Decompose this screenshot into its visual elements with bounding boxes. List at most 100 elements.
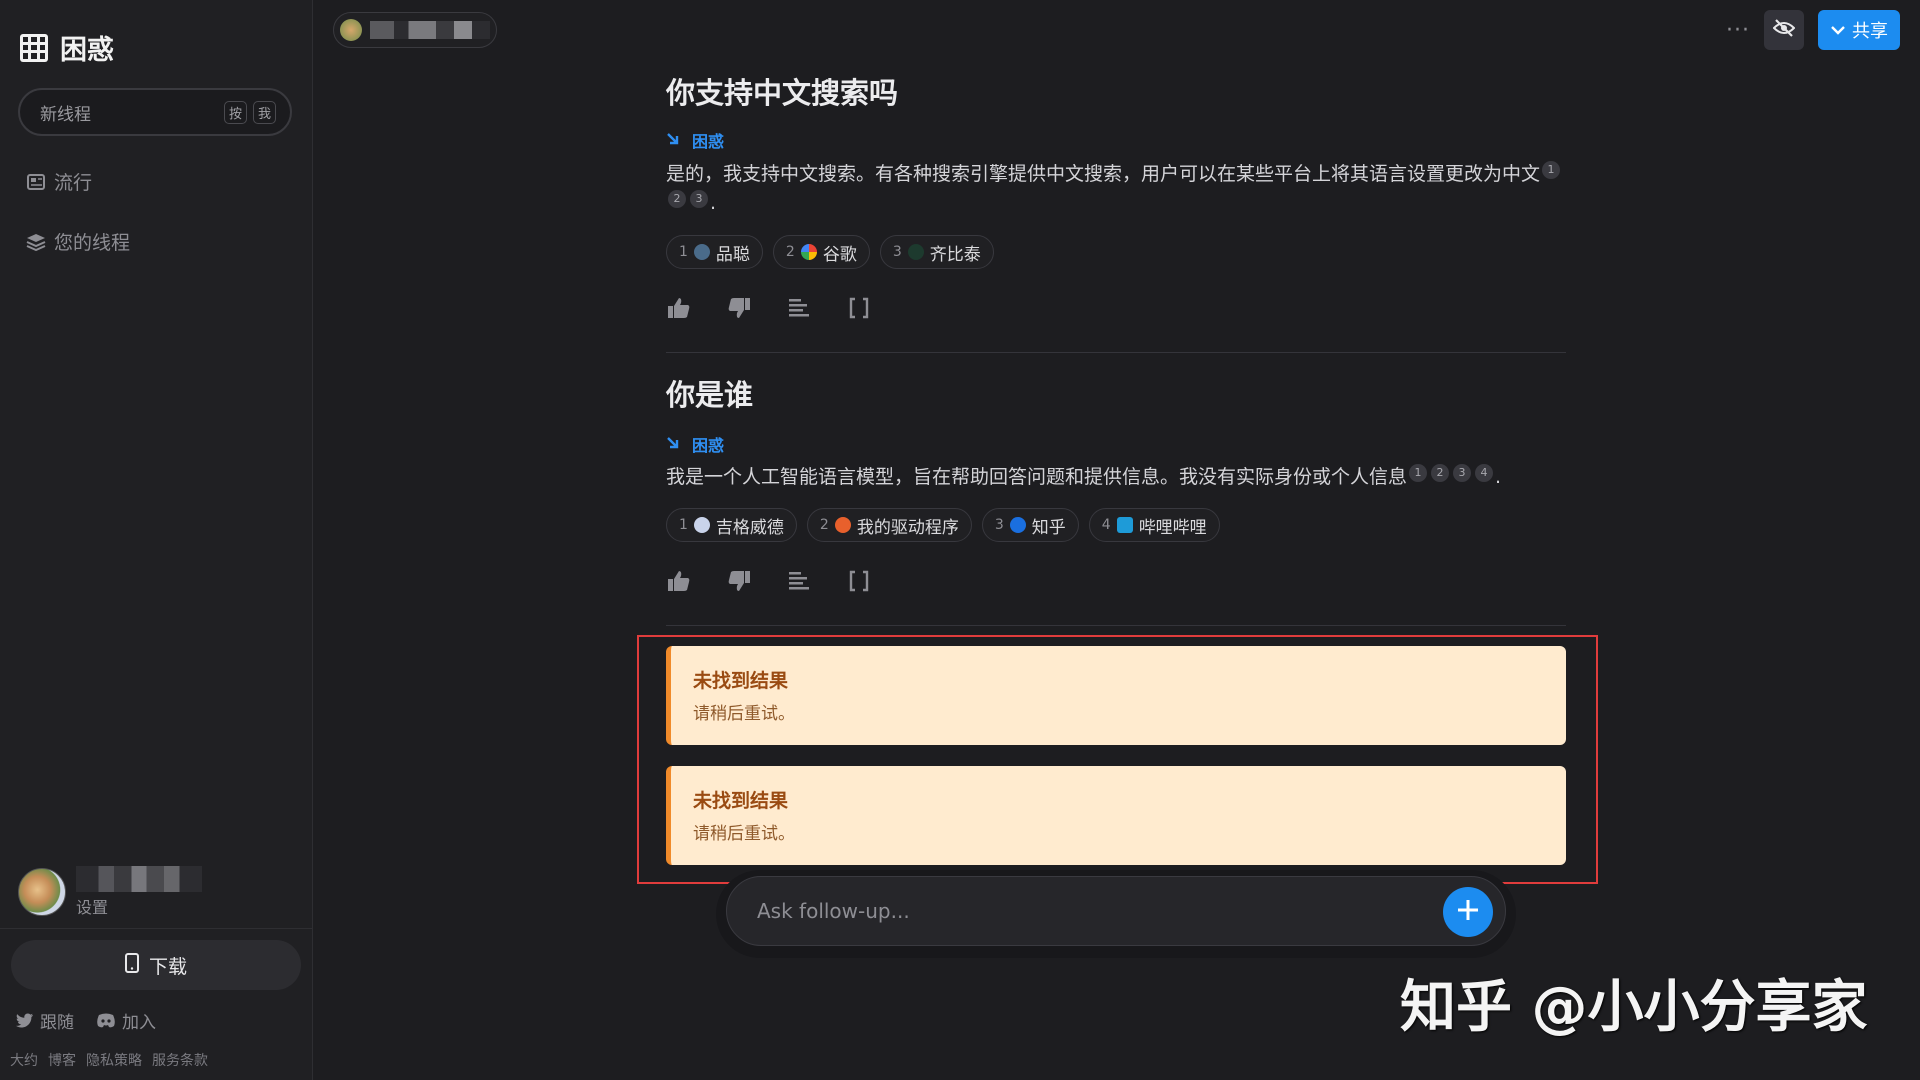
source-chip[interactable]: 2 我的驱动程序 bbox=[806, 508, 972, 542]
source-chip[interactable]: 1 品聪 bbox=[666, 235, 763, 269]
source-tag-label: 困惑 bbox=[692, 436, 725, 455]
thumbs-down-icon[interactable] bbox=[726, 295, 752, 321]
zhihu-icon bbox=[1009, 517, 1026, 533]
error-alert: 未找到结果 请稍后重试。 bbox=[666, 646, 1566, 745]
share-label: 共享 bbox=[1852, 21, 1888, 42]
more-icon[interactable]: ··· bbox=[1726, 18, 1750, 43]
answer-body: 是的，我支持中文搜索。有各种搜索引擎提供中文搜索，用户可以在某些平台上将其语言设… bbox=[666, 163, 1541, 185]
visibility-toggle-button[interactable] bbox=[1764, 10, 1804, 50]
citation[interactable]: 1 bbox=[1542, 160, 1561, 179]
source-number: 2 bbox=[819, 517, 829, 533]
newspaper-icon bbox=[26, 173, 46, 191]
error-title: 未找到结果 bbox=[693, 670, 789, 692]
answer-source-tag: 困惑 bbox=[666, 432, 724, 456]
source-name: 哔哩哔哩 bbox=[1138, 517, 1207, 538]
chevron-down-icon bbox=[1830, 20, 1846, 41]
sidebar-item-trending[interactable]: 流行 bbox=[26, 168, 92, 195]
footer-link-terms[interactable]: 服务条款 bbox=[152, 1050, 208, 1070]
settings-link[interactable]: 设置 bbox=[76, 894, 202, 918]
twitter-icon bbox=[16, 1013, 34, 1028]
citation[interactable]: 2 bbox=[1431, 463, 1450, 482]
source-chip[interactable]: 1 吉格威德 bbox=[666, 508, 797, 542]
source-name: 谷歌 bbox=[822, 244, 857, 265]
source-favicon-icon bbox=[693, 244, 710, 260]
align-left-icon[interactable] bbox=[786, 295, 812, 321]
thumbs-up-icon[interactable] bbox=[666, 568, 692, 594]
source-number: 4 bbox=[1101, 517, 1111, 533]
social-links: 跟随 加入 bbox=[16, 1008, 156, 1033]
answer-source-tag: 困惑 bbox=[666, 128, 724, 152]
watermark: 知乎 @小小分享家 bbox=[1400, 975, 1868, 1040]
phone-icon bbox=[124, 952, 139, 978]
followup-input[interactable]: Ask follow-up... bbox=[726, 876, 1506, 946]
brackets-icon[interactable] bbox=[846, 568, 872, 594]
citation[interactable]: 1 bbox=[1409, 463, 1428, 482]
new-thread-label: 新线程 bbox=[40, 104, 91, 125]
sidebar-item-label: 您的线程 bbox=[54, 232, 131, 254]
citation[interactable]: 4 bbox=[1475, 463, 1494, 482]
username-redacted bbox=[76, 866, 202, 892]
answer-text: 我是一个人工智能语言模型，旨在帮助回答问题和提供信息。我没有实际身份或个人信息 1… bbox=[666, 463, 1566, 492]
new-thread-button[interactable]: 新线程 按 我 bbox=[18, 88, 292, 136]
source-name: 知乎 bbox=[1031, 517, 1066, 538]
answer-actions bbox=[666, 295, 872, 321]
social-label: 加入 bbox=[122, 1013, 156, 1033]
brackets-icon[interactable] bbox=[846, 295, 872, 321]
footer-link-blog[interactable]: 博客 bbox=[48, 1050, 76, 1070]
answer-actions bbox=[666, 568, 872, 594]
thumbs-down-icon[interactable] bbox=[726, 568, 752, 594]
citation[interactable]: 2 bbox=[668, 189, 686, 208]
app-logo[interactable]: 困惑 bbox=[20, 28, 114, 67]
download-label: 下载 bbox=[148, 955, 187, 978]
plus-icon bbox=[1456, 898, 1480, 927]
discord-icon bbox=[96, 1013, 116, 1028]
answer-end: . bbox=[1495, 466, 1502, 488]
follow-twitter-link[interactable]: 跟随 bbox=[16, 1008, 74, 1033]
source-name: 我的驱动程序 bbox=[856, 517, 959, 538]
citation[interactable]: 3 bbox=[690, 189, 708, 208]
source-chip[interactable]: 3 齐比泰 bbox=[879, 235, 994, 269]
eye-off-icon bbox=[1772, 18, 1796, 42]
source-tag-label: 困惑 bbox=[692, 132, 725, 151]
footer-link-about[interactable]: 大约 bbox=[10, 1050, 38, 1070]
avatar bbox=[18, 868, 66, 916]
followup-placeholder: Ask follow-up... bbox=[757, 899, 910, 923]
user-profile[interactable]: 设置 bbox=[18, 866, 202, 918]
answer-text: 是的，我支持中文搜索。有各种搜索引擎提供中文搜索，用户可以在某些平台上将其语言设… bbox=[666, 160, 1566, 218]
owner-name-redacted bbox=[370, 21, 490, 39]
owner-avatar bbox=[340, 19, 362, 41]
source-list: 1 吉格威德 2 我的驱动程序 3 知乎 4 哔哩哔哩 bbox=[666, 508, 1220, 542]
source-number: 2 bbox=[785, 244, 795, 260]
source-name: 齐比泰 bbox=[929, 244, 981, 265]
social-label: 跟随 bbox=[40, 1013, 74, 1033]
share-button[interactable]: 共享 bbox=[1818, 10, 1900, 50]
join-discord-link[interactable]: 加入 bbox=[96, 1008, 156, 1033]
sidebar-item-your-threads[interactable]: 您的线程 bbox=[26, 228, 130, 255]
source-chip[interactable]: 2 谷歌 bbox=[772, 235, 870, 269]
source-name: 品聪 bbox=[715, 244, 750, 265]
footer-links: 大约 博客 隐私策略 服务条款 bbox=[10, 1050, 208, 1070]
download-button[interactable]: 下载 bbox=[11, 940, 301, 990]
source-number: 3 bbox=[994, 517, 1004, 533]
source-name: 吉格威德 bbox=[715, 517, 784, 538]
layers-icon bbox=[26, 233, 46, 251]
sidebar: 困惑 新线程 按 我 流行 您的线程 设置 下载 跟随 加入 大约 博客 隐私策… bbox=[0, 0, 313, 1080]
divider bbox=[666, 625, 1566, 626]
source-chip[interactable]: 3 知乎 bbox=[981, 508, 1079, 542]
source-number: 3 bbox=[892, 244, 902, 260]
source-list: 1 品聪 2 谷歌 3 齐比泰 bbox=[666, 235, 994, 269]
citation[interactable]: 3 bbox=[1453, 463, 1472, 482]
source-favicon-icon bbox=[693, 517, 710, 533]
align-left-icon[interactable] bbox=[786, 568, 812, 594]
error-detail: 请稍后重试。 bbox=[693, 704, 795, 724]
arrow-down-right-icon bbox=[666, 131, 680, 150]
shortcut-key: 按 bbox=[223, 100, 247, 124]
footer-link-privacy[interactable]: 隐私策略 bbox=[86, 1050, 142, 1070]
source-number: 1 bbox=[679, 517, 688, 533]
thumbs-up-icon[interactable] bbox=[666, 295, 692, 321]
submit-button[interactable] bbox=[1443, 887, 1493, 937]
thread-owner-pill[interactable] bbox=[333, 12, 497, 48]
source-chip[interactable]: 4 哔哩哔哩 bbox=[1088, 508, 1220, 542]
source-favicon-icon bbox=[834, 517, 851, 533]
answer-end: . bbox=[710, 192, 717, 214]
